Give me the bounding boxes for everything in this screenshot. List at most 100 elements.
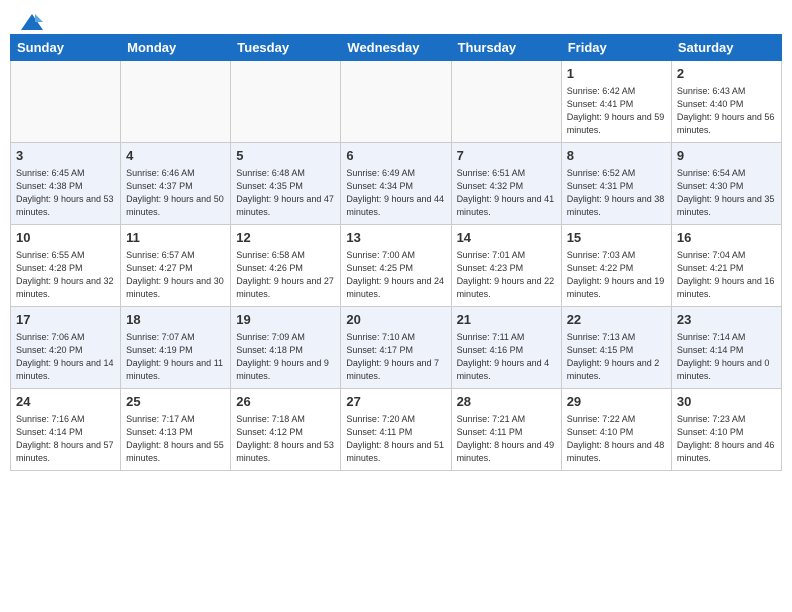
calendar-cell: 5Sunrise: 6:48 AM Sunset: 4:35 PM Daylig… [231,143,341,225]
calendar-table: SundayMondayTuesdayWednesdayThursdayFrid… [10,34,782,471]
header-saturday: Saturday [671,35,781,61]
day-info: Sunrise: 6:42 AM Sunset: 4:41 PM Dayligh… [567,85,666,137]
day-info: Sunrise: 6:57 AM Sunset: 4:27 PM Dayligh… [126,249,225,301]
calendar-cell: 16Sunrise: 7:04 AM Sunset: 4:21 PM Dayli… [671,225,781,307]
calendar-cell [451,61,561,143]
day-number: 8 [567,147,666,165]
calendar-container: SundayMondayTuesdayWednesdayThursdayFrid… [0,34,792,481]
day-info: Sunrise: 7:07 AM Sunset: 4:19 PM Dayligh… [126,331,225,383]
header-monday: Monday [121,35,231,61]
day-info: Sunrise: 7:18 AM Sunset: 4:12 PM Dayligh… [236,413,335,465]
day-info: Sunrise: 6:54 AM Sunset: 4:30 PM Dayligh… [677,167,776,219]
page-header [0,0,792,34]
day-number: 4 [126,147,225,165]
day-info: Sunrise: 6:52 AM Sunset: 4:31 PM Dayligh… [567,167,666,219]
calendar-cell [11,61,121,143]
day-info: Sunrise: 7:23 AM Sunset: 4:10 PM Dayligh… [677,413,776,465]
day-number: 22 [567,311,666,329]
calendar-cell [341,61,451,143]
day-number: 2 [677,65,776,83]
calendar-cell: 17 Sunrise: 7:06 AM Sunset: 4:20 PM Dayli… [11,307,121,389]
calendar-row: 1Sunrise: 6:42 AM Sunset: 4:41 PM Daylig… [11,61,782,143]
calendar-row: 24 Sunrise: 7:16 AM Sunset: 4:14 PM Dayli… [11,389,782,471]
day-number: 21 [457,311,556,329]
calendar-cell: 19 Sunrise: 7:09 AM Sunset: 4:18 PM Dayli… [231,307,341,389]
calendar-cell: 2 Sunrise: 6:43 AM Sunset: 4:40 PM Daylig… [671,61,781,143]
day-info: Sunrise: 7:21 AM Sunset: 4:11 PM Dayligh… [457,413,556,465]
calendar-row: 10 Sunrise: 6:55 AM Sunset: 4:28 PM Dayli… [11,225,782,307]
calendar-cell: 6 Sunrise: 6:49 AM Sunset: 4:34 PM Daylig… [341,143,451,225]
day-number: 3 [16,147,115,165]
header-tuesday: Tuesday [231,35,341,61]
calendar-cell: 8 Sunrise: 6:52 AM Sunset: 4:31 PM Daylig… [561,143,671,225]
calendar-cell: 14 Sunrise: 7:01 AM Sunset: 4:23 PM Dayli… [451,225,561,307]
calendar-cell [231,61,341,143]
day-number: 15 [567,229,666,247]
calendar-cell: 20 Sunrise: 7:10 AM Sunset: 4:17 PM Dayli… [341,307,451,389]
calendar-cell: 13 Sunrise: 7:00 AM Sunset: 4:25 PM Dayli… [341,225,451,307]
calendar-cell: 11 Sunrise: 6:57 AM Sunset: 4:27 PM Dayli… [121,225,231,307]
logo-icon [21,12,43,32]
day-number: 11 [126,229,225,247]
day-info: Sunrise: 6:51 AM Sunset: 4:32 PM Dayligh… [457,167,556,219]
day-info: Sunrise: 7:09 AM Sunset: 4:18 PM Dayligh… [236,331,335,383]
day-info: Sunrise: 6:49 AM Sunset: 4:34 PM Dayligh… [346,167,445,219]
day-number: 14 [457,229,556,247]
day-info: Sunrise: 7:06 AM Sunset: 4:20 PM Dayligh… [16,331,115,383]
day-info: Sunrise: 6:43 AM Sunset: 4:40 PM Dayligh… [677,85,776,137]
calendar-cell: 9Sunrise: 6:54 AM Sunset: 4:30 PM Daylig… [671,143,781,225]
day-number: 30 [677,393,776,411]
calendar-cell: 10 Sunrise: 6:55 AM Sunset: 4:28 PM Dayli… [11,225,121,307]
day-number: 24 [16,393,115,411]
day-number: 23 [677,311,776,329]
calendar-cell: 1Sunrise: 6:42 AM Sunset: 4:41 PM Daylig… [561,61,671,143]
day-info: Sunrise: 6:46 AM Sunset: 4:37 PM Dayligh… [126,167,225,219]
day-info: Sunrise: 7:20 AM Sunset: 4:11 PM Dayligh… [346,413,445,465]
calendar-cell: 7Sunrise: 6:51 AM Sunset: 4:32 PM Daylig… [451,143,561,225]
header-thursday: Thursday [451,35,561,61]
calendar-header-row: SundayMondayTuesdayWednesdayThursdayFrid… [11,35,782,61]
calendar-cell: 26 Sunrise: 7:18 AM Sunset: 4:12 PM Dayli… [231,389,341,471]
calendar-cell: 23 Sunrise: 7:14 AM Sunset: 4:14 PM Dayli… [671,307,781,389]
day-info: Sunrise: 7:01 AM Sunset: 4:23 PM Dayligh… [457,249,556,301]
day-info: Sunrise: 7:22 AM Sunset: 4:10 PM Dayligh… [567,413,666,465]
day-number: 6 [346,147,445,165]
day-number: 5 [236,147,335,165]
header-friday: Friday [561,35,671,61]
calendar-row: 3Sunrise: 6:45 AM Sunset: 4:38 PM Daylig… [11,143,782,225]
logo [20,12,44,28]
day-info: Sunrise: 6:58 AM Sunset: 4:26 PM Dayligh… [236,249,335,301]
day-info: Sunrise: 6:55 AM Sunset: 4:28 PM Dayligh… [16,249,115,301]
day-info: Sunrise: 7:04 AM Sunset: 4:21 PM Dayligh… [677,249,776,301]
calendar-cell: 18 Sunrise: 7:07 AM Sunset: 4:19 PM Dayli… [121,307,231,389]
calendar-cell: 15 Sunrise: 7:03 AM Sunset: 4:22 PM Dayli… [561,225,671,307]
header-sunday: Sunday [11,35,121,61]
day-info: Sunrise: 7:00 AM Sunset: 4:25 PM Dayligh… [346,249,445,301]
day-number: 26 [236,393,335,411]
calendar-cell: 24 Sunrise: 7:16 AM Sunset: 4:14 PM Dayli… [11,389,121,471]
calendar-cell: 21 Sunrise: 7:11 AM Sunset: 4:16 PM Dayli… [451,307,561,389]
day-number: 13 [346,229,445,247]
day-number: 18 [126,311,225,329]
day-info: Sunrise: 7:10 AM Sunset: 4:17 PM Dayligh… [346,331,445,383]
day-number: 19 [236,311,335,329]
calendar-cell: 27Sunrise: 7:20 AM Sunset: 4:11 PM Dayli… [341,389,451,471]
calendar-cell [121,61,231,143]
day-info: Sunrise: 7:14 AM Sunset: 4:14 PM Dayligh… [677,331,776,383]
day-info: Sunrise: 7:16 AM Sunset: 4:14 PM Dayligh… [16,413,115,465]
calendar-cell: 29 Sunrise: 7:22 AM Sunset: 4:10 PM Dayli… [561,389,671,471]
day-number: 28 [457,393,556,411]
calendar-cell: 12Sunrise: 6:58 AM Sunset: 4:26 PM Dayli… [231,225,341,307]
header-wednesday: Wednesday [341,35,451,61]
calendar-cell: 22 Sunrise: 7:13 AM Sunset: 4:15 PM Dayli… [561,307,671,389]
day-info: Sunrise: 7:17 AM Sunset: 4:13 PM Dayligh… [126,413,225,465]
calendar-cell: 28 Sunrise: 7:21 AM Sunset: 4:11 PM Dayli… [451,389,561,471]
day-number: 17 [16,311,115,329]
day-number: 29 [567,393,666,411]
calendar-cell: 3Sunrise: 6:45 AM Sunset: 4:38 PM Daylig… [11,143,121,225]
day-number: 20 [346,311,445,329]
day-info: Sunrise: 7:03 AM Sunset: 4:22 PM Dayligh… [567,249,666,301]
day-info: Sunrise: 7:11 AM Sunset: 4:16 PM Dayligh… [457,331,556,383]
day-number: 10 [16,229,115,247]
day-info: Sunrise: 7:13 AM Sunset: 4:15 PM Dayligh… [567,331,666,383]
